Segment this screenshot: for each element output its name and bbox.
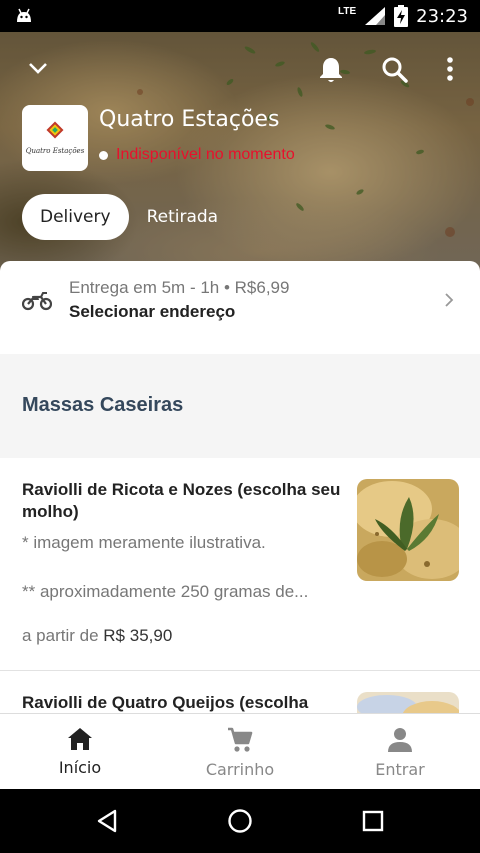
store-logo: Quatro Estações <box>22 105 88 171</box>
system-navigation-bar <box>0 789 480 853</box>
back-icon[interactable] <box>95 809 119 833</box>
status-text: Indisponível no momento <box>116 146 295 163</box>
signal-icon <box>365 7 386 25</box>
chevron-right-icon <box>445 293 454 307</box>
menu-item-description: ** aproximadamente 250 gramas de... <box>22 582 309 601</box>
network-type: LTE <box>337 5 357 17</box>
nav-home-label: Início <box>58 758 102 777</box>
delivery-address-selector[interactable]: Entrega em 5m - 1h • R$6,99 Selecionar e… <box>0 261 480 354</box>
menu-item-price: R$ 35,90 <box>103 626 173 645</box>
menu-sheet: Entrega em 5m - 1h • R$6,99 Selecionar e… <box>0 261 480 713</box>
order-mode-toggle: Delivery Retirada <box>22 194 236 240</box>
home-icon <box>68 728 92 750</box>
bottom-navigation: Início Carrinho Entrar <box>0 713 480 789</box>
home-circle-icon[interactable] <box>227 808 253 834</box>
status-dot <box>99 150 108 160</box>
section-header: Massas Caseiras <box>0 354 480 458</box>
nav-login-label: Entrar <box>375 760 425 779</box>
clock: 23:23 <box>416 5 468 27</box>
menu-item[interactable]: Raviolli de Ricota e Nozes (escolha seu … <box>0 458 480 670</box>
cart-icon <box>228 727 253 752</box>
more-options-icon[interactable] <box>445 56 455 82</box>
status-bar: LTE 23:23 <box>0 0 480 32</box>
menu-item-name: Raviolli de Ricota e Nozes (escolha seu … <box>22 480 341 521</box>
search-icon[interactable] <box>381 56 409 84</box>
nav-home[interactable]: Início <box>0 714 160 789</box>
notification-bell-icon[interactable] <box>318 56 344 84</box>
logo-emblem-icon <box>46 121 64 139</box>
chevron-down-icon[interactable] <box>27 60 49 76</box>
menu-item-name: Raviolli de Quatro Queijos (escolha <box>22 693 309 712</box>
pickup-mode-button[interactable]: Retirada <box>129 194 237 240</box>
logo-text: Quatro Estações <box>25 147 85 155</box>
android-icon <box>17 8 31 22</box>
delivery-estimate: Entrega em 5m - 1h • R$6,99 <box>69 278 290 297</box>
section-title: Massas Caseiras <box>22 394 184 416</box>
nav-login[interactable]: Entrar <box>320 714 480 789</box>
nav-cart-label: Carrinho <box>205 760 275 779</box>
recents-icon[interactable] <box>362 810 384 832</box>
battery-charging-icon <box>394 5 409 27</box>
menu-item-price-row: a partir de R$ 35,90 <box>22 626 172 646</box>
store-status: Indisponível no momento <box>99 146 295 164</box>
motorcycle-icon <box>22 292 52 311</box>
menu-item-description: * imagem meramente ilustrativa. <box>22 533 266 552</box>
store-name: Quatro Estações <box>99 107 280 132</box>
menu-item-photo <box>357 692 459 713</box>
ravioli-photo <box>357 479 459 581</box>
delivery-mode-button[interactable]: Delivery <box>22 194 129 240</box>
menu-item-photo <box>357 479 459 581</box>
select-address-label: Selecionar endereço <box>69 302 236 321</box>
price-prefix: a partir de <box>22 626 99 645</box>
menu-item[interactable]: Raviolli de Quatro Queijos (escolha <box>0 671 480 713</box>
user-icon <box>388 728 412 752</box>
nav-cart[interactable]: Carrinho <box>160 714 320 789</box>
pasta-photo <box>357 692 459 713</box>
